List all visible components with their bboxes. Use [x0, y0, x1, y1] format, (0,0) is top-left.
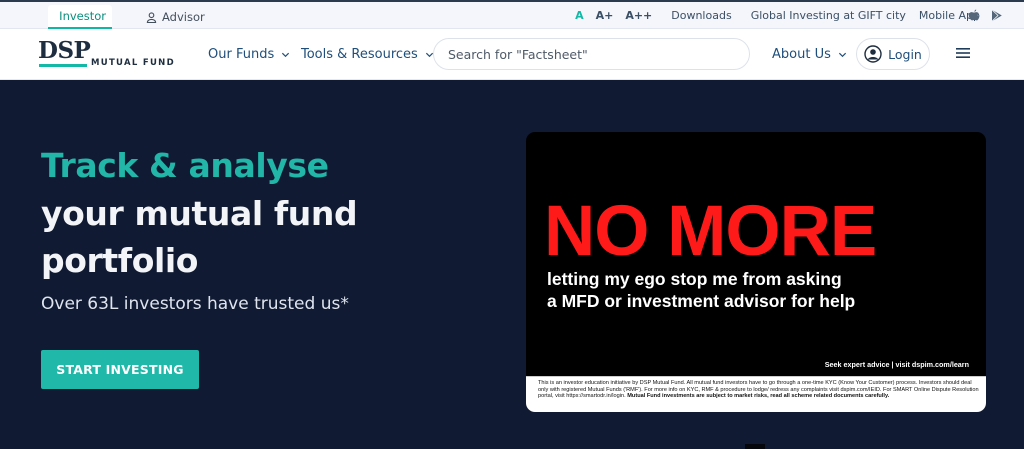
utility-bar: Investor Advisor A A+ A++ Downloads Glob… — [0, 2, 1024, 29]
start-investing-button[interactable]: START INVESTING — [41, 350, 199, 389]
utility-links: A A+ A++ Downloads Global Investing at G… — [563, 2, 980, 29]
disclaimer-bold: Mutual Fund investments are subject to m… — [627, 393, 890, 400]
gift-city-link[interactable]: Global Investing at GIFT city — [751, 9, 906, 22]
chevron-down-icon — [282, 52, 290, 58]
tab-investor-label: Investor — [59, 9, 106, 23]
hero-section: Track & analyse your mutual fund portfol… — [0, 80, 1024, 449]
logo-wordmark: DSP — [38, 37, 91, 64]
login-label: Login — [888, 46, 922, 62]
tab-investor[interactable]: Investor — [48, 5, 112, 29]
nav-about-us[interactable]: About Us — [772, 29, 847, 80]
hero-subtitle: Over 63L investors have trusted us* — [41, 294, 349, 314]
main-nav: DSP MUTUAL FUND Our Funds Tools & Resour… — [0, 29, 1024, 80]
banner-body-line-2: a MFD or investment advisor for help — [547, 291, 856, 311]
tab-advisor-label: Advisor — [162, 10, 205, 24]
font-size-medium[interactable]: A+ — [596, 9, 614, 22]
advisor-icon — [146, 11, 157, 23]
nav-tools-label: Tools & Resources — [301, 47, 418, 62]
login-button[interactable]: Login — [856, 38, 930, 70]
play-store-icon[interactable] — [991, 9, 1003, 22]
promo-banner[interactable]: NO MORE letting my ego stop me from aski… — [526, 132, 986, 412]
user-icon — [864, 45, 882, 63]
banner-body-line-1: letting my ego stop me from asking — [547, 269, 842, 289]
nav-about-label: About Us — [772, 47, 831, 62]
disclaimer-text: This is an investor education initiative… — [538, 380, 980, 400]
hero-title-line-2: your mutual fund — [41, 194, 358, 233]
banner-body: letting my ego stop me from asking a MFD… — [547, 268, 855, 312]
font-size-small[interactable]: A — [575, 9, 584, 22]
tab-advisor[interactable]: Advisor — [140, 5, 211, 29]
font-size-large[interactable]: A++ — [625, 9, 652, 22]
nav-tools-resources[interactable]: Tools & Resources — [301, 29, 434, 80]
hero-title-line-3: portfolio — [41, 241, 199, 280]
nav-our-funds-label: Our Funds — [208, 47, 275, 62]
nav-our-funds[interactable]: Our Funds — [208, 29, 290, 80]
chevron-down-icon — [838, 52, 846, 58]
menu-icon[interactable] — [956, 47, 970, 59]
dsp-logo[interactable]: DSP MUTUAL FUND — [38, 37, 178, 73]
downloads-link[interactable]: Downloads — [671, 9, 731, 22]
logo-underline — [39, 64, 87, 67]
hero-title-line-1: Track & analyse — [41, 146, 329, 185]
carousel-indicator[interactable] — [745, 444, 765, 449]
logo-subtitle: MUTUAL FUND — [91, 58, 175, 68]
search-input[interactable] — [433, 38, 750, 70]
apple-icon[interactable] — [968, 9, 980, 22]
banner-headline: NO MORE — [544, 192, 877, 271]
banner-disclaimer: This is an investor education initiative… — [526, 376, 986, 412]
banner-footer-link: Seek expert advice | visit dspim.com/lea… — [824, 360, 969, 369]
